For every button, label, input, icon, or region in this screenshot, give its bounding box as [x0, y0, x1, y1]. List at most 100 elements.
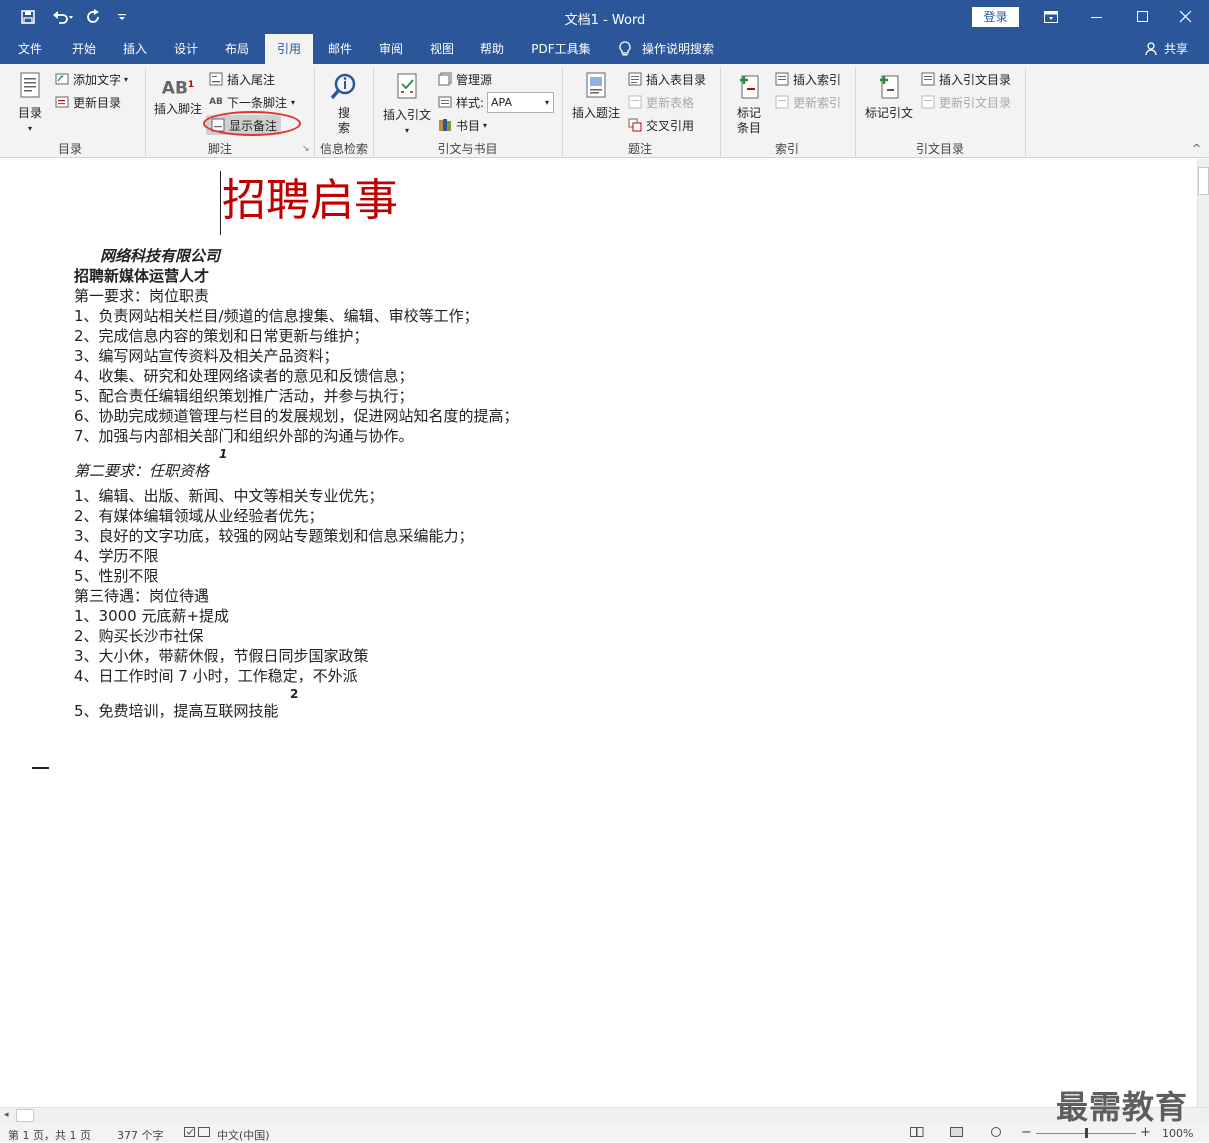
undo-icon[interactable]	[50, 7, 76, 27]
insert-endnote-button[interactable]: 插入尾注	[208, 69, 275, 89]
insert-index-button[interactable]: 插入索引	[774, 69, 841, 89]
scroll-thumb[interactable]	[16, 1109, 34, 1122]
company-name: 网络科技有限公司	[100, 247, 221, 265]
bibliography-button[interactable]: 书目 ▾	[437, 115, 487, 135]
tab-mailings[interactable]: 邮件	[318, 34, 362, 64]
customize-qat-icon[interactable]	[112, 7, 132, 27]
read-mode-icon[interactable]	[910, 1127, 924, 1141]
tab-layout[interactable]: 布局	[215, 34, 259, 64]
search-button[interactable]: 搜 索	[326, 72, 362, 136]
share-person-icon[interactable]	[1145, 42, 1159, 59]
zoom-slider-thumb[interactable]	[1085, 1128, 1088, 1138]
page-count[interactable]: 第 1 页，共 1 页	[8, 1127, 91, 1143]
list-item: 1、编辑、出版、新闻、中文等相关专业优先；	[74, 487, 384, 505]
mark-citation-icon	[862, 72, 916, 106]
insert-citation-icon	[380, 72, 434, 108]
macro-icon[interactable]	[198, 1127, 211, 1141]
scroll-thumb[interactable]	[1198, 167, 1209, 195]
next-footnote-icon: AB	[209, 97, 223, 107]
group-label-toa: 引文目录	[915, 142, 964, 156]
zoom-in-icon[interactable]: +	[1140, 1125, 1151, 1140]
collapse-ribbon-icon[interactable]: ^	[1192, 142, 1201, 155]
update-toa-button[interactable]: 更新引文目录	[920, 92, 1011, 112]
group-separator	[855, 68, 856, 156]
group-label-toc: 目录	[57, 142, 82, 156]
list-item: 5、免费培训，提高互联网技能	[74, 702, 279, 720]
tab-insert[interactable]: 插入	[113, 34, 157, 64]
minimize-icon[interactable]	[1074, 0, 1120, 34]
group-label-footnotes: 脚注	[207, 142, 232, 156]
list-item: 3、编写网站宣传资料及相关产品资料；	[74, 347, 339, 365]
update-table-button[interactable]: 更新表格	[627, 92, 694, 112]
print-layout-icon[interactable]	[950, 1127, 964, 1141]
group-separator	[562, 68, 563, 156]
list-item: 1、3000 元底薪+提成	[74, 607, 230, 625]
tab-file[interactable]: 文件	[8, 34, 52, 64]
update-toc-button[interactable]: 更新目录	[54, 92, 121, 112]
save-icon[interactable]	[18, 7, 38, 27]
group-label-captions: 题注	[627, 142, 652, 156]
mark-citation-button[interactable]: 标记引文	[862, 72, 916, 121]
footnote-mark[interactable]: 2	[290, 687, 298, 701]
web-layout-icon[interactable]	[990, 1127, 1004, 1141]
insert-caption-button[interactable]: 插入题注	[570, 72, 622, 121]
add-text-button[interactable]: 添加文字 ▾	[54, 69, 128, 89]
tab-references[interactable]: 引用	[265, 34, 313, 64]
update-table-icon	[627, 94, 643, 110]
footnote-mark[interactable]: 1	[219, 447, 227, 461]
tab-pdf-tools[interactable]: PDF工具集	[524, 34, 598, 64]
style-select[interactable]: APA ▾	[487, 92, 554, 113]
vertical-scrollbar[interactable]	[1197, 159, 1209, 1107]
highlight-circle	[203, 111, 301, 136]
scroll-left-icon[interactable]: ◂	[4, 1110, 9, 1120]
tell-me-search[interactable]: 操作说明搜索	[642, 34, 722, 64]
manage-sources-button[interactable]: 管理源	[437, 69, 492, 89]
style-label: 样式:	[437, 92, 484, 112]
close-icon[interactable]	[1163, 0, 1209, 34]
title-bar: 文档1 - Word 登录	[0, 0, 1209, 34]
tab-review[interactable]: 审阅	[369, 34, 413, 64]
tab-help[interactable]: 帮助	[470, 34, 514, 64]
list-item: 2、有媒体编辑领域从业经验者优先；	[74, 507, 324, 525]
toc-button[interactable]: 目录 ▾	[10, 72, 50, 136]
insert-toa-button[interactable]: 插入引文目录	[920, 69, 1011, 89]
insert-table-of-figures-button[interactable]: 插入表目录	[627, 69, 706, 89]
zoom-out-icon[interactable]: −	[1021, 1125, 1032, 1140]
list-item: 5、配合责任编辑组织策划推广活动，并参与执行；	[74, 387, 414, 405]
tab-home[interactable]: 开始	[62, 34, 106, 64]
table-of-figures-icon	[627, 71, 643, 87]
bibliography-icon	[437, 117, 453, 133]
section-heading-2: 第二要求：任职资格	[74, 462, 210, 480]
insert-footnote-button[interactable]: AB1 插入脚注	[152, 78, 204, 117]
toc-icon	[10, 72, 50, 106]
tab-view[interactable]: 视图	[420, 34, 464, 64]
list-item: 4、日工作时间 7 小时，工作稳定，不外派	[74, 667, 358, 685]
chevron-down-icon: ▾	[544, 98, 549, 107]
list-item: 7、加强与内部相关部门和组织外部的沟通与协作。	[74, 427, 414, 445]
group-separator	[1025, 68, 1026, 156]
language-indicator[interactable]: 中文(中国)	[217, 1127, 270, 1143]
insert-citation-button[interactable]: 插入引文 ▾	[380, 72, 434, 138]
insert-footnote-icon: AB1	[161, 78, 195, 99]
ribbon-display-options-icon[interactable]	[1028, 0, 1074, 34]
list-item: 3、良好的文字功底，较强的网站专题策划和信息采编能力；	[74, 527, 474, 545]
next-footnote-button[interactable]: AB 下一条脚注 ▾	[208, 92, 295, 112]
proofing-icon[interactable]	[184, 1127, 197, 1141]
dialog-launcher-icon[interactable]: ↘	[302, 144, 310, 154]
share-button[interactable]: 共享	[1161, 34, 1191, 64]
word-count[interactable]: 377 个字	[117, 1127, 164, 1143]
tab-design[interactable]: 设计	[164, 34, 208, 64]
mark-entry-button[interactable]: 标记 条目	[730, 72, 768, 136]
document-title: 招聘启事	[222, 175, 398, 226]
list-item: 2、完成信息内容的策划和日常更新与维护；	[74, 327, 369, 345]
maximize-icon[interactable]	[1120, 0, 1166, 34]
login-button[interactable]: 登录	[972, 7, 1019, 27]
update-index-button[interactable]: 更新索引	[774, 92, 841, 112]
horizontal-scrollbar[interactable]: ◂	[0, 1107, 1209, 1124]
zoom-level[interactable]: 100%	[1162, 1127, 1193, 1140]
document-page[interactable]: 招聘启事 网络科技有限公司 招聘新媒体运营人才 第一要求：岗位职责 1、负责网站…	[0, 159, 1197, 1107]
cross-reference-button[interactable]: 交叉引用	[627, 115, 694, 135]
add-text-icon	[54, 71, 70, 87]
redo-icon[interactable]	[84, 7, 104, 27]
group-label-index: 索引	[774, 142, 799, 156]
